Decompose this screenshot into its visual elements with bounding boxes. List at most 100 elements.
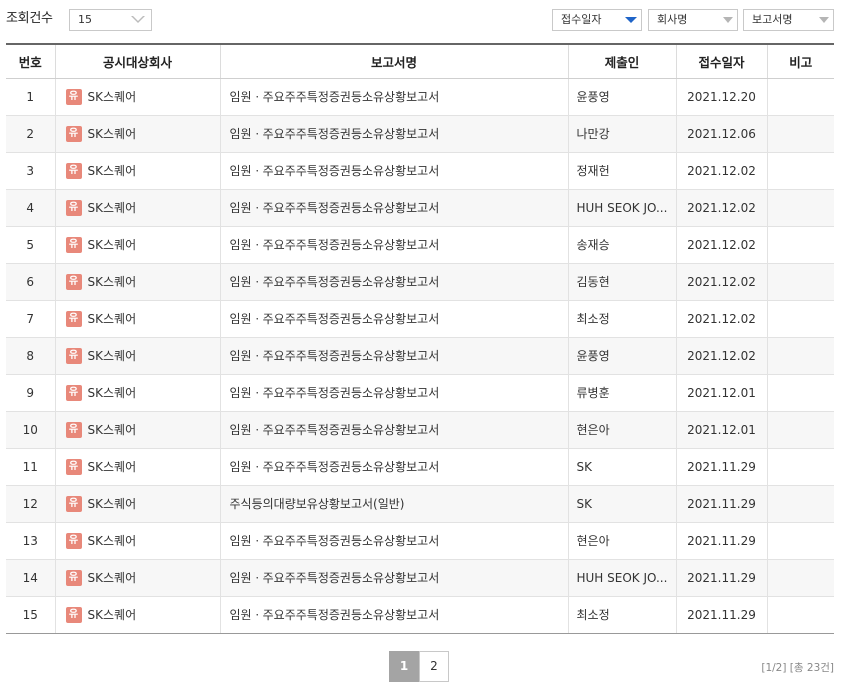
report-link[interactable]: 임원ㆍ주요주주특정증권등소유상황보고서 — [219, 78, 568, 116]
note-cell — [766, 152, 834, 190]
sort-icon — [723, 17, 733, 23]
report-link[interactable]: 임원ㆍ주요주주특정증권등소유상황보고서 — [219, 152, 568, 190]
securities-market-badge: 유 — [65, 88, 82, 105]
report-link[interactable]: 임원ㆍ주요주주특정증권등소유상황보고서 — [219, 226, 568, 264]
table-row: 4 유 SK스퀘어 임원ㆍ주요주주특정증권등소유상황보고서 HUH SEOK JO...… — [6, 189, 834, 227]
company-link[interactable]: SK스퀘어 — [88, 349, 137, 363]
table-row: 6 유 SK스퀘어 임원ㆍ주요주주특정증권등소유상황보고서 김동현 2021.12.02 — [6, 263, 834, 301]
row-number: 3 — [6, 152, 55, 190]
page-1-button[interactable]: 1 — [389, 651, 419, 682]
company-link[interactable]: SK스퀘어 — [88, 386, 137, 400]
result-count-label: 조회건수 — [6, 11, 53, 26]
company-cell: 유 SK스퀘어 — [54, 115, 220, 153]
header-note: 비고 — [766, 43, 834, 79]
company-link[interactable]: SK스퀘어 — [88, 238, 137, 252]
report-link[interactable]: 임원ㆍ주요주주특정증권등소유상황보고서 — [219, 559, 568, 597]
header-date: 접수일자 — [675, 43, 767, 79]
report-link[interactable]: 임원ㆍ주요주주특정증권등소유상황보고서 — [219, 411, 568, 449]
company-link[interactable]: SK스퀘어 — [88, 275, 137, 289]
submitter-cell: 김동현 — [567, 263, 676, 301]
sort-receipt-date-button[interactable]: 접수일자 — [552, 9, 642, 31]
company-link[interactable]: SK스퀘어 — [88, 201, 137, 215]
report-link[interactable]: 주식등의대량보유상황보고서(일반) — [219, 485, 568, 523]
header-company: 공시대상회사 — [54, 43, 220, 79]
receipt-date-cell: 2021.12.02 — [675, 226, 767, 264]
report-link[interactable]: 임원ㆍ주요주주특정증권등소유상황보고서 — [219, 115, 568, 153]
report-link[interactable]: 임원ㆍ주요주주특정증권등소유상황보고서 — [219, 337, 568, 375]
submitter-cell: SK — [567, 448, 676, 486]
sort-receipt-date-label: 접수일자 — [561, 13, 602, 26]
sort-company-button[interactable]: 회사명 — [648, 9, 738, 31]
receipt-date-cell: 2021.12.01 — [675, 411, 767, 449]
note-cell — [766, 374, 834, 412]
submitter-cell: 나만강 — [567, 115, 676, 153]
row-number: 12 — [6, 485, 55, 523]
report-link[interactable]: 임원ㆍ주요주주특정증권등소유상황보고서 — [219, 189, 568, 227]
note-cell — [766, 263, 834, 301]
note-cell — [766, 448, 834, 486]
receipt-date-cell: 2021.12.01 — [675, 374, 767, 412]
submitter-cell: 정재헌 — [567, 152, 676, 190]
result-count-select[interactable]: 15 — [69, 9, 152, 31]
securities-market-badge: 유 — [65, 495, 82, 512]
company-link[interactable]: SK스퀘어 — [88, 164, 137, 178]
company-cell: 유 SK스퀘어 — [54, 226, 220, 264]
securities-market-badge: 유 — [65, 125, 82, 142]
company-link[interactable]: SK스퀘어 — [88, 90, 137, 104]
submitter-cell: HUH SEOK JO... — [567, 559, 676, 597]
company-link[interactable]: SK스퀘어 — [88, 460, 137, 474]
company-link[interactable]: SK스퀘어 — [88, 571, 137, 585]
table-row: 9 유 SK스퀘어 임원ㆍ주요주주특정증권등소유상황보고서 류병훈 2021.12.01 — [6, 374, 834, 412]
receipt-date-cell: 2021.12.06 — [675, 115, 767, 153]
table-row: 8 유 SK스퀘어 임원ㆍ주요주주특정증권등소유상황보고서 윤풍영 2021.12.02 — [6, 337, 834, 375]
report-link[interactable]: 임원ㆍ주요주주특정증권등소유상황보고서 — [219, 300, 568, 338]
company-link[interactable]: SK스퀘어 — [88, 312, 137, 326]
note-cell — [766, 300, 834, 338]
securities-market-badge: 유 — [65, 458, 82, 475]
company-link[interactable]: SK스퀘어 — [88, 608, 137, 622]
company-link[interactable]: SK스퀘어 — [88, 423, 137, 437]
table-row: 1 유 SK스퀘어 임원ㆍ주요주주특정증권등소유상황보고서 윤풍영 2021.12.20 — [6, 78, 834, 116]
company-link[interactable]: SK스퀘어 — [88, 127, 137, 141]
submitter-cell: 현은아 — [567, 522, 676, 560]
receipt-date-cell: 2021.12.02 — [675, 337, 767, 375]
note-cell — [766, 115, 834, 153]
receipt-date-cell: 2021.12.20 — [675, 78, 767, 116]
note-cell — [766, 522, 834, 560]
row-number: 6 — [6, 263, 55, 301]
report-link[interactable]: 임원ㆍ주요주주특정증권등소유상황보고서 — [219, 596, 568, 634]
note-cell — [766, 337, 834, 375]
company-cell: 유 SK스퀘어 — [54, 374, 220, 412]
note-cell — [766, 596, 834, 634]
receipt-date-cell: 2021.11.29 — [675, 596, 767, 634]
report-link[interactable]: 임원ㆍ주요주주특정증권등소유상황보고서 — [219, 522, 568, 560]
header-submitter: 제출인 — [567, 43, 676, 79]
note-cell — [766, 485, 834, 523]
company-link[interactable]: SK스퀘어 — [88, 534, 137, 548]
securities-market-badge: 유 — [65, 310, 82, 327]
row-number: 8 — [6, 337, 55, 375]
submitter-cell: 현은아 — [567, 411, 676, 449]
report-link[interactable]: 임원ㆍ주요주주특정증권등소유상황보고서 — [219, 263, 568, 301]
company-cell: 유 SK스퀘어 — [54, 411, 220, 449]
company-cell: 유 SK스퀘어 — [54, 189, 220, 227]
company-cell: 유 SK스퀘어 — [54, 596, 220, 634]
sort-report-button[interactable]: 보고서명 — [743, 9, 834, 31]
securities-market-badge: 유 — [65, 162, 82, 179]
note-cell — [766, 78, 834, 116]
company-cell: 유 SK스퀘어 — [54, 522, 220, 560]
securities-market-badge: 유 — [65, 421, 82, 438]
securities-market-badge: 유 — [65, 236, 82, 253]
report-link[interactable]: 임원ㆍ주요주주특정증권등소유상황보고서 — [219, 374, 568, 412]
report-link[interactable]: 임원ㆍ주요주주특정증권등소유상황보고서 — [219, 448, 568, 486]
page-2-button[interactable]: 2 — [419, 651, 449, 682]
header-number: 번호 — [6, 43, 55, 79]
header-report: 보고서명 — [219, 43, 568, 79]
submitter-cell: HUH SEOK JO... — [567, 189, 676, 227]
table-row: 15 유 SK스퀘어 임원ㆍ주요주주특정증권등소유상황보고서 최소정 2021.11.29 — [6, 596, 834, 634]
table-row: 3 유 SK스퀘어 임원ㆍ주요주주특정증권등소유상황보고서 정재헌 2021.12.02 — [6, 152, 834, 190]
sort-report-label: 보고서명 — [752, 13, 793, 26]
company-link[interactable]: SK스퀘어 — [88, 497, 137, 511]
note-cell — [766, 189, 834, 227]
row-number: 15 — [6, 596, 55, 634]
